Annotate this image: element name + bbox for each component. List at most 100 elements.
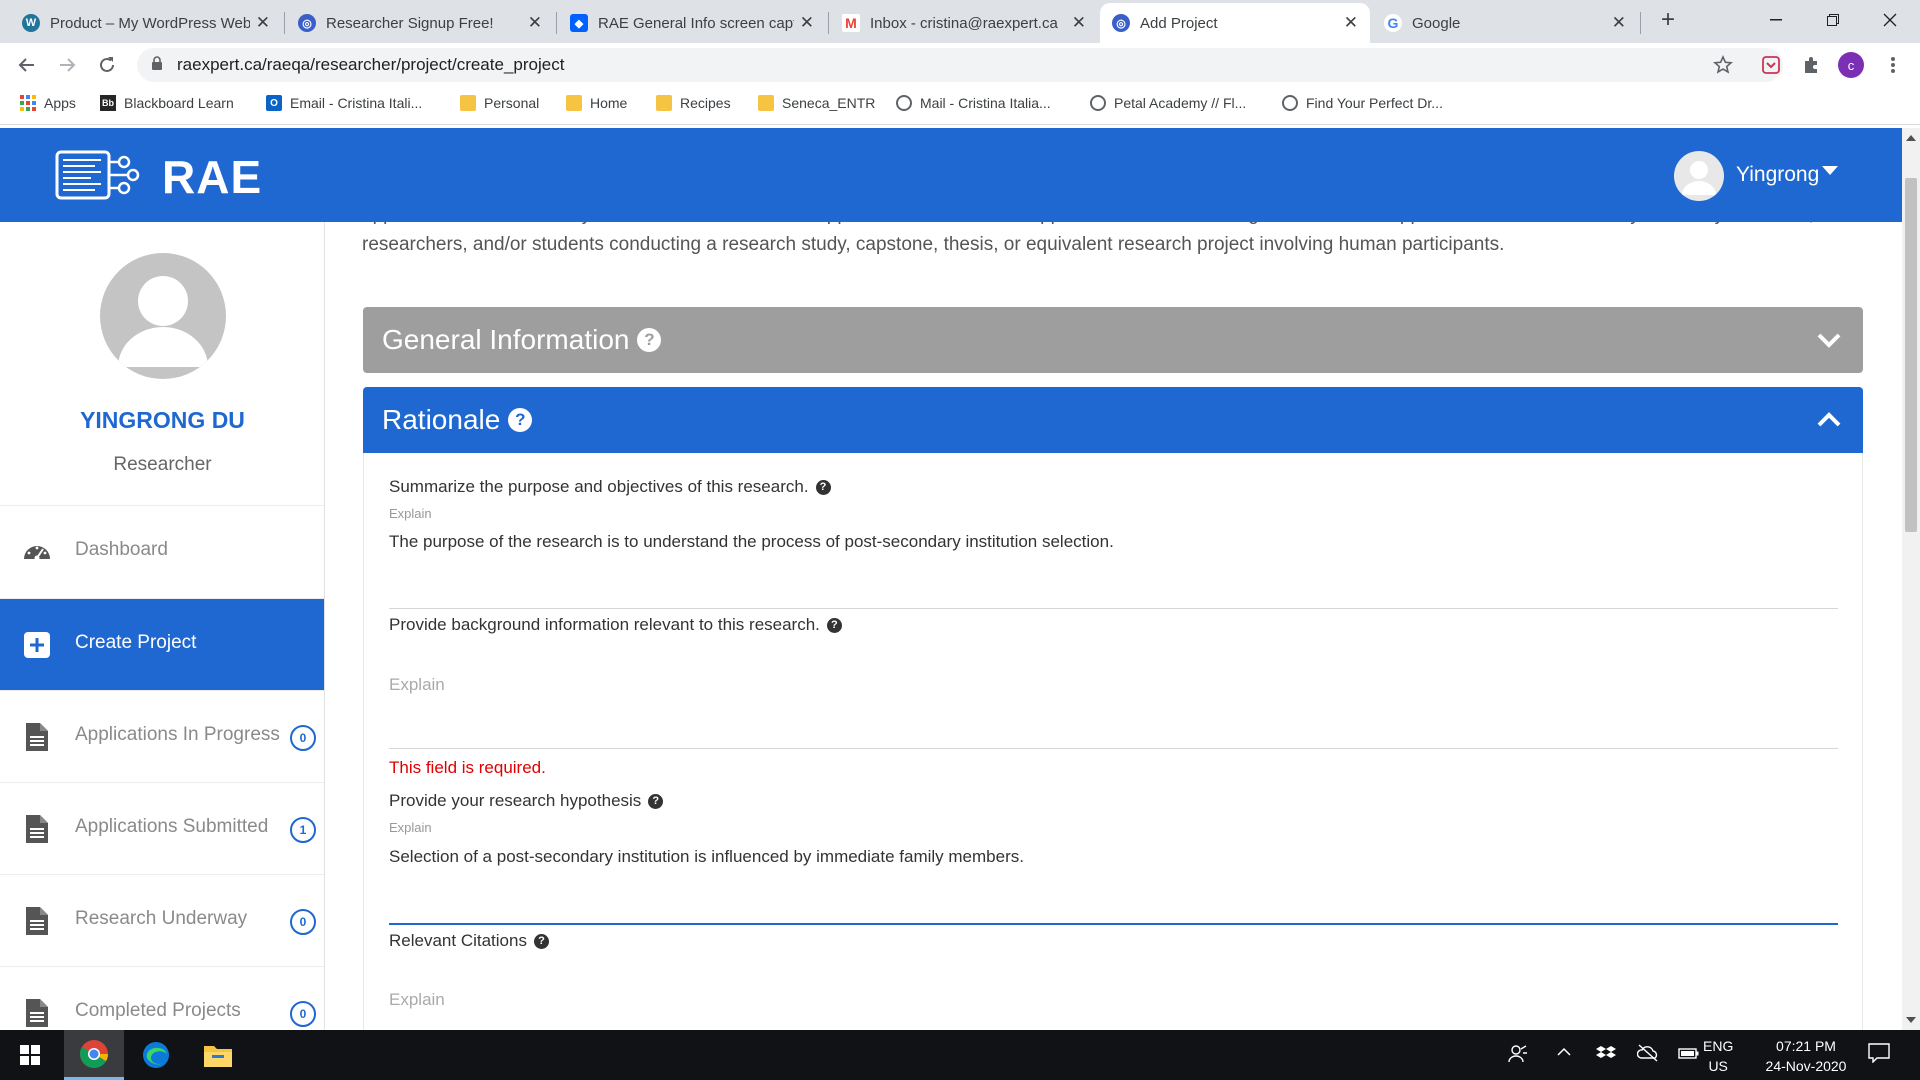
close-tab-icon[interactable]: ✕ (256, 13, 270, 33)
folder-icon (204, 1046, 232, 1067)
language-code: ENG (1703, 1038, 1734, 1054)
field-error-message: This field is required. (389, 758, 546, 777)
reload-button[interactable] (94, 52, 120, 78)
bookmark-blackboard[interactable]: Bb Blackboard Learn (100, 95, 234, 111)
rae-logo-icon[interactable] (55, 146, 151, 204)
bookmark-folder-personal[interactable]: Personal (460, 95, 539, 111)
bookmark-label: Petal Academy // Fl... (1114, 95, 1247, 111)
main-content: application is to be used by both intern… (326, 222, 1902, 1030)
taskbar-edge[interactable] (126, 1030, 186, 1080)
help-icon[interactable]: ? (815, 479, 831, 495)
start-button[interactable] (0, 1030, 60, 1080)
minimize-window-button[interactable] (1748, 0, 1804, 40)
close-tab-icon[interactable]: ✕ (1344, 13, 1358, 33)
hypothesis-field[interactable]: Selection of a post-secondary institutio… (389, 847, 1024, 867)
sidebar-item-label: Dashboard (75, 539, 168, 560)
new-tab-button[interactable]: + (1640, 0, 1696, 40)
close-tab-icon[interactable]: ✕ (1072, 13, 1086, 33)
caret-down-icon[interactable] (1822, 166, 1838, 175)
restore-window-button[interactable] (1805, 0, 1861, 40)
user-menu-name[interactable]: Yingrong (1736, 163, 1819, 187)
field-underline-focused (389, 923, 1838, 925)
battery-icon[interactable] (1678, 1043, 1700, 1068)
input-language-indicator[interactable]: ENG US (1703, 1036, 1733, 1076)
chevron-down-icon[interactable] (1815, 326, 1843, 354)
help-icon[interactable]: ? (637, 328, 662, 352)
taskbar-chrome[interactable] (64, 1030, 124, 1080)
profile-button[interactable]: c (1838, 52, 1864, 78)
question-label-hypothesis: Provide your research hypothesis ? (389, 791, 664, 811)
browser-menu-button[interactable] (1880, 52, 1906, 78)
question-text: Provide your research hypothesis (389, 791, 642, 810)
background-field[interactable]: Explain (389, 675, 445, 695)
app-brand[interactable]: RAE (162, 150, 262, 204)
scroll-up-arrow-icon[interactable] (1906, 135, 1916, 141)
close-tab-icon[interactable]: ✕ (800, 13, 814, 33)
scroll-down-arrow-icon[interactable] (1906, 1017, 1916, 1023)
bookmark-email[interactable]: O Email - Cristina Itali... (266, 95, 422, 111)
browser-tab-title: Inbox - cristina@raexpert.ca (870, 14, 1058, 32)
bookmark-star-button[interactable] (1710, 52, 1736, 78)
bookmark-folder-home[interactable]: Home (566, 95, 627, 111)
browser-tab[interactable]: M Inbox - cristina@raexpert.ca ✕ (830, 3, 1098, 43)
purpose-field[interactable]: The purpose of the research is to unders… (389, 532, 1114, 552)
bookmark-folder-recipes[interactable]: Recipes (656, 95, 731, 111)
browser-tab[interactable]: ◎ Researcher Signup Free! ✕ (286, 3, 554, 43)
page-scrollbar[interactable] (1902, 128, 1920, 1030)
address-bar[interactable]: raexpert.ca/raeqa/researcher/project/cre… (137, 48, 1783, 82)
action-center-icon[interactable] (1868, 1043, 1890, 1068)
forward-button[interactable] (54, 52, 80, 78)
profile-avatar-icon: c (1838, 52, 1864, 78)
browser-tab[interactable]: G Google ✕ (1372, 3, 1638, 43)
help-icon[interactable]: ? (826, 617, 842, 633)
scrollbar-thumb[interactable] (1905, 178, 1917, 532)
chrome-icon (80, 1039, 108, 1068)
section-header-rationale[interactable]: Rationale ? (363, 387, 1863, 453)
extension-button[interactable] (1758, 52, 1784, 78)
sidebar-item-applications-submitted[interactable]: Applications Submitted 1 (0, 782, 324, 874)
browser-tab[interactable]: W Product – My WordPress Website ✕ (10, 3, 282, 43)
help-icon[interactable]: ? (508, 408, 533, 432)
citations-field[interactable]: Explain (389, 990, 445, 1010)
sidebar-item-label: Research Underway (75, 908, 248, 929)
taskbar-clock[interactable]: 07:21 PM 24-Nov-2020 (1757, 1036, 1855, 1076)
chevron-up-icon[interactable] (1815, 406, 1843, 434)
section-header-general-information[interactable]: General Information ? (363, 307, 1863, 373)
sidebar-item-completed-projects[interactable]: Completed Projects 0 (0, 966, 324, 1030)
profile-name: YINGRONG DU (80, 407, 245, 433)
document-icon (26, 907, 48, 935)
browser-tab[interactable]: ◆ RAE General Info screen capture ✕ (558, 3, 826, 43)
show-hidden-icons-chevron-icon[interactable] (1556, 1043, 1572, 1068)
close-tab-icon[interactable]: ✕ (528, 13, 542, 33)
people-icon[interactable] (1508, 1043, 1528, 1068)
bookmark-mail[interactable]: Mail - Cristina Italia... (896, 95, 1051, 111)
help-icon[interactable]: ? (533, 933, 549, 949)
extensions-menu-button[interactable] (1798, 52, 1824, 78)
question-text: Relevant Citations (389, 931, 527, 950)
sidebar-item-research-underway[interactable]: Research Underway 0 (0, 874, 324, 966)
close-tab-icon[interactable]: ✕ (1612, 13, 1626, 33)
browser-tab-active[interactable]: ◎ Add Project ✕ (1100, 3, 1370, 43)
sidebar-item-create-project[interactable]: Create Project (0, 598, 324, 690)
sidebar-item-dashboard[interactable]: Dashboard (0, 505, 324, 597)
back-button[interactable] (14, 52, 40, 78)
dropbox-tray-icon[interactable] (1596, 1043, 1616, 1068)
onedrive-offline-icon[interactable] (1636, 1043, 1659, 1068)
browser-tab-title: RAE General Info screen capture (598, 14, 794, 32)
region-code: US (1708, 1058, 1728, 1074)
browser-tab-title: Add Project (1140, 14, 1218, 32)
bookmark-find-your-perfect[interactable]: Find Your Perfect Dr... (1282, 95, 1443, 111)
bookmark-petal-academy[interactable]: Petal Academy // Fl... (1090, 95, 1246, 111)
taskbar-file-explorer[interactable] (188, 1030, 248, 1080)
close-window-button[interactable] (1862, 0, 1918, 40)
user-silhouette-icon (1682, 161, 1716, 195)
document-icon (26, 815, 48, 843)
sidebar-item-applications-in-progress[interactable]: Applications In Progress 0 (0, 690, 324, 782)
restore-icon (1827, 14, 1839, 26)
bookmark-folder-seneca[interactable]: Seneca_ENTR (758, 95, 875, 111)
bookmark-apps[interactable]: Apps (20, 95, 76, 111)
user-avatar[interactable] (1674, 151, 1724, 201)
help-icon[interactable]: ? (648, 793, 664, 809)
profile-avatar (100, 253, 226, 379)
sidebar-item-label: Create Project (75, 632, 197, 653)
